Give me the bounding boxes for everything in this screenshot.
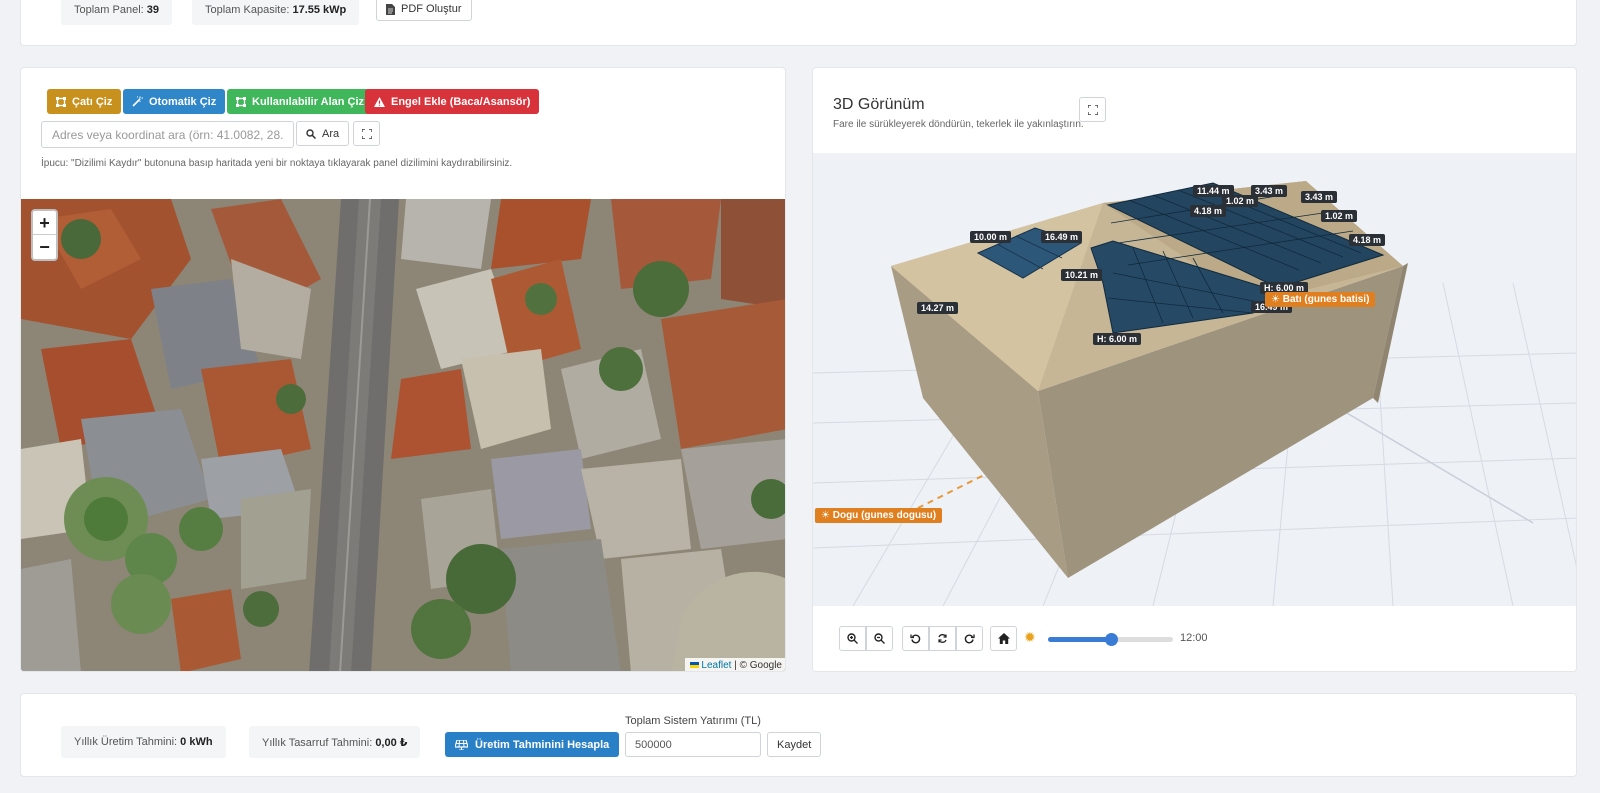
zoom-out-icon: [874, 633, 885, 644]
warning-icon: [374, 96, 385, 107]
total-capacity-stat: Toplam Kapasite: 17.55 kWp: [192, 0, 360, 25]
save-investment-button[interactable]: Kaydet: [767, 732, 822, 757]
west-sun-label: ☀ Batı (gunes batisi): [1265, 292, 1376, 307]
address-search-input[interactable]: [41, 121, 294, 148]
solar-panel-icon: [455, 739, 468, 750]
map-fullscreen-button[interactable]: [353, 121, 380, 146]
sun-icon: ✹: [1024, 629, 1036, 645]
search-icon: [306, 128, 316, 139]
rotate-left-button[interactable]: [902, 626, 929, 651]
total-capacity-label: Toplam Kapasite:: [205, 4, 290, 16]
pdf-create-label: PDF Oluştur: [401, 3, 462, 15]
east-sun-label: ☀ Dogu (gunes dogusu): [815, 508, 943, 523]
zoom-out-button[interactable]: −: [33, 235, 56, 259]
fullscreen-icon: [1087, 104, 1098, 115]
zoom-in-icon: [847, 633, 858, 644]
calculate-production-button[interactable]: Üretim Tahminini Hesapla: [445, 732, 620, 757]
add-obstacle-button[interactable]: Engel Ekle (Baca/Asansör): [365, 89, 540, 114]
satellite-imagery: [21, 199, 785, 671]
measurement-label: H: 6.00 m: [1093, 333, 1142, 345]
draw-area-icon: [236, 96, 246, 107]
view3d-scene[interactable]: 11.44 m 3.43 m 1.02 m 3.43 m 4.18 m 1.02…: [813, 153, 1576, 607]
annual-saving-value: 0,00 ₺: [375, 737, 408, 749]
investment-input[interactable]: [625, 732, 761, 757]
annual-production-stat: Yıllık Üretim Tahmini: 0 kWh: [61, 726, 226, 758]
measurement-label: 10.00 m: [970, 231, 1012, 243]
annual-production-value: 0 kWh: [180, 736, 213, 748]
draw-roof-label: Çatı Çiz: [72, 95, 113, 108]
magic-wand-icon: [132, 96, 143, 107]
building-3d-model: [813, 181, 1576, 607]
measurement-label: 1.02 m: [1321, 210, 1358, 222]
rotate-left-icon: [910, 634, 921, 644]
total-panel-value: 39: [146, 4, 160, 16]
draw-polygon-icon: [56, 96, 66, 107]
measurement-label: 3.43 m: [1301, 191, 1338, 203]
add-obstacle-label: Engel Ekle (Baca/Asansör): [391, 95, 531, 108]
home-view-button[interactable]: [990, 626, 1017, 651]
file-icon: [386, 3, 395, 15]
pdf-create-button[interactable]: PDF Oluştur: [376, 0, 472, 21]
draw-roof-button[interactable]: Çatı Çiz: [47, 89, 122, 114]
sun-time-slider[interactable]: [1048, 633, 1173, 646]
measurement-label: 4.18 m: [1190, 205, 1227, 217]
production-card: Yıllık Üretim Tahmini: 0 kWh Yıllık Tasa…: [20, 693, 1577, 777]
view3d-fullscreen-button[interactable]: [1079, 97, 1106, 122]
search-button[interactable]: Ara: [296, 121, 350, 146]
annual-saving-stat: Yıllık Tasarruf Tahmini: 0,00 ₺: [249, 726, 421, 758]
home-icon: [997, 633, 1010, 644]
measurement-label: 16.49 m: [1041, 231, 1083, 243]
annual-saving-label: Yıllık Tasarruf Tahmini:: [262, 737, 373, 749]
summary-card: Toplam Panel: 39 Toplam Kapasite: 17.55 …: [20, 0, 1577, 46]
auto-draw-button[interactable]: Otomatik Çiz: [123, 89, 226, 114]
total-panel-label: Toplam Panel:: [74, 4, 144, 16]
auto-draw-label: Otomatik Çiz: [149, 95, 217, 108]
fullscreen-icon: [361, 128, 372, 139]
draw-usable-area-button[interactable]: Kullanılabilir Alan Çiz: [227, 89, 374, 114]
ukraine-flag-icon: [689, 662, 699, 669]
annual-production-label: Yıllık Üretim Tahmini:: [74, 736, 178, 748]
total-capacity-value: 17.55 kWp: [292, 4, 347, 16]
draw-usable-area-label: Kullanılabilir Alan Çiz: [252, 95, 365, 108]
sun-time-value: 12:00: [1180, 632, 1208, 644]
rotate-right-button[interactable]: [956, 626, 983, 651]
calculate-production-label: Üretim Tahminini Hesapla: [475, 738, 610, 751]
investment-label: Toplam Sistem Yatırımı (TL): [625, 715, 761, 727]
total-panel-stat: Toplam Panel: 39: [61, 0, 173, 25]
measurement-label: 14.27 m: [917, 302, 959, 314]
sync-icon: [938, 634, 947, 643]
map-zoom-control: + −: [31, 209, 58, 261]
zoom-in-3d-button[interactable]: [839, 626, 866, 651]
view3d-card: 3D Görünüm Fare ile sürükleyerek döndürü…: [812, 67, 1577, 672]
search-button-label: Ara: [322, 127, 340, 140]
reset-rotation-button[interactable]: [929, 626, 956, 651]
measurement-label: 10.21 m: [1061, 269, 1103, 281]
leaflet-link[interactable]: Leaflet: [701, 660, 731, 671]
view3d-title: 3D Görünüm: [833, 96, 925, 113]
map-card: Çatı Çiz Otomatik Çiz Kullanılabilir Ala…: [20, 67, 786, 672]
zoom-out-3d-button[interactable]: [866, 626, 893, 651]
view3d-subtitle: Fare ile sürükleyerek döndürün, tekerlek…: [833, 119, 1084, 130]
zoom-in-button[interactable]: +: [33, 211, 56, 235]
satellite-map[interactable]: + − Leaflet | © Google: [21, 199, 785, 671]
view3d-controls: ✹ 12:00: [813, 606, 1576, 671]
sun-time-slider-fill: [1048, 637, 1111, 642]
google-attribution: | © Google: [734, 660, 782, 671]
sun-time-slider-handle[interactable]: [1104, 633, 1118, 646]
measurement-label: 1.02 m: [1222, 195, 1259, 207]
map-attribution: Leaflet | © Google: [684, 658, 785, 671]
rotate-right-icon: [964, 634, 975, 644]
measurement-label: 4.18 m: [1349, 234, 1386, 246]
map-hint: İpucu: "Dizilimi Kaydır" butonuna basıp …: [41, 158, 513, 169]
